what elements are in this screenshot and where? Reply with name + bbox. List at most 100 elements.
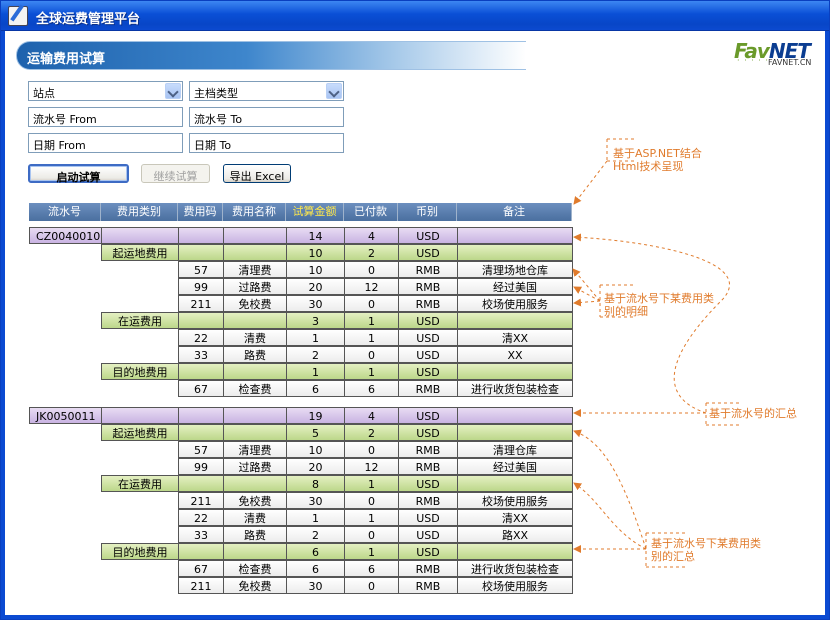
category-row-cell (178, 363, 224, 380)
export-excel-button[interactable]: 导出 Excel (223, 164, 291, 183)
serial-amount-cell: 19 (286, 407, 345, 424)
fee-amount-cell: 30 (286, 295, 345, 312)
serial-currency-cell: USD (398, 407, 458, 424)
fee-remark-cell: 经过美国 (457, 278, 573, 295)
fee-remark-cell: 清XX (457, 329, 573, 346)
category-remark-cell (457, 363, 573, 380)
category-currency-cell: USD (398, 543, 458, 560)
master-type-select-value: 主档类型 (194, 87, 238, 100)
header-currency: 币别 (398, 203, 457, 221)
category-amount-cell: 3 (286, 312, 345, 329)
site-select[interactable]: 站点 (28, 81, 183, 101)
category-row-cell (178, 543, 224, 560)
fee-currency-cell: RMB (398, 380, 458, 397)
header-fee-category: 费用类别 (101, 203, 178, 221)
category-amount-cell: 1 (286, 363, 345, 380)
fee-remark-cell: 进行收货包装检查 (457, 560, 573, 577)
fee-amount-cell: 20 (286, 458, 345, 475)
fee-amount-cell: 10 (286, 441, 345, 458)
serial-from-input[interactable]: 流水号 From (28, 107, 183, 127)
fee-paid-cell: 6 (344, 380, 399, 397)
chevron-down-icon[interactable] (326, 83, 342, 99)
fee-paid-cell: 1 (344, 509, 399, 526)
date-to-input[interactable]: 日期 To (189, 133, 344, 153)
category-name-cell: 目的地费用 (101, 543, 179, 560)
serial-row-cell (178, 407, 224, 424)
fee-paid-cell: 0 (344, 577, 399, 594)
category-row-cell (223, 363, 287, 380)
serial-to-input[interactable]: 流水号 To (189, 107, 344, 127)
serial-remark-cell (457, 407, 573, 424)
start-calculation-button[interactable]: 启动试算 (28, 164, 129, 184)
fee-code-cell: 99 (178, 458, 224, 475)
fee-paid-cell: 0 (344, 441, 399, 458)
fee-amount-cell: 1 (286, 509, 345, 526)
logo-subtitle: FAVNET.CN (768, 58, 812, 67)
fee-paid-cell: 12 (344, 278, 399, 295)
window-border-bottom (1, 615, 829, 619)
serial-amount-cell: 14 (286, 227, 345, 244)
fee-code-cell: 22 (178, 509, 224, 526)
annotation-arrow-detail-3 (573, 298, 601, 307)
master-type-select[interactable]: 主档类型 (189, 81, 344, 101)
category-name-cell: 在运费用 (101, 475, 179, 492)
category-name-cell: 起运地费用 (101, 424, 179, 441)
category-currency-cell: USD (398, 424, 458, 441)
fee-code-cell: 211 (178, 577, 224, 594)
fee-currency-cell: RMB (398, 295, 458, 312)
annotation-arrow-serial-2 (573, 233, 730, 414)
serial-paid-cell: 4 (344, 227, 399, 244)
fee-remark-cell: 清理仓库 (457, 441, 573, 458)
category-name-cell: 在运费用 (101, 312, 179, 329)
category-row-cell (178, 244, 224, 261)
fee-currency-cell: RMB (398, 492, 458, 509)
serial-row-cell (223, 227, 287, 244)
fee-name-cell: 免校费 (223, 492, 287, 509)
annotation-arrow-detail-2 (573, 286, 601, 302)
header-fee-name: 费用名称 (223, 203, 286, 221)
window-border-right (825, 31, 829, 619)
category-name-cell: 起运地费用 (101, 244, 179, 261)
chevron-down-icon[interactable] (165, 83, 181, 99)
fee-code-cell: 57 (178, 261, 224, 278)
fee-amount-cell: 6 (286, 560, 345, 577)
continue-calculation-button[interactable]: 继续试算 (141, 164, 210, 183)
annotation-arrow-detail-1 (572, 268, 601, 302)
fee-remark-cell: XX (457, 346, 573, 363)
fee-table: 流水号 费用类别 费用码 费用名称 试算金额 已付款 币别 备注 CZ0040010 14 4 USD… (29, 203, 573, 594)
serial-currency-cell: USD (398, 227, 458, 244)
serial-cell: CZ0040010 (29, 227, 102, 244)
fee-currency-cell: RMB (398, 441, 458, 458)
header-remark: 备注 (457, 203, 572, 221)
category-remark-cell (457, 475, 573, 492)
category-row-cell (178, 475, 224, 492)
fee-paid-cell: 0 (344, 261, 399, 278)
fee-currency-cell: USD (398, 329, 458, 346)
fee-name-cell: 检查费 (223, 560, 287, 577)
category-name-cell: 目的地费用 (101, 363, 179, 380)
serial-row-cell (101, 227, 179, 244)
category-row-cell (223, 244, 287, 261)
app-icon (8, 6, 28, 26)
serial-row-cell (101, 407, 179, 424)
fee-name-cell: 清费 (223, 329, 287, 346)
category-row-cell (178, 424, 224, 441)
category-remark-cell (457, 312, 573, 329)
category-row-cell (223, 424, 287, 441)
fee-paid-cell: 12 (344, 458, 399, 475)
fee-remark-cell: 校场使用服务 (457, 492, 573, 509)
category-currency-cell: USD (398, 363, 458, 380)
fee-amount-cell: 2 (286, 526, 345, 543)
fee-name-cell: 检查费 (223, 380, 287, 397)
fee-code-cell: 67 (178, 560, 224, 577)
fee-currency-cell: USD (398, 526, 458, 543)
fee-amount-cell: 10 (286, 261, 345, 278)
serial-row-cell (223, 407, 287, 424)
date-from-input[interactable]: 日期 From (28, 133, 183, 153)
fee-code-cell: 211 (178, 295, 224, 312)
category-row-cell (223, 543, 287, 560)
title-bar[interactable]: 全球运费管理平台 (1, 1, 829, 31)
header-fee-code: 费用码 (178, 203, 223, 221)
fee-amount-cell: 1 (286, 329, 345, 346)
category-paid-cell: 1 (344, 363, 399, 380)
